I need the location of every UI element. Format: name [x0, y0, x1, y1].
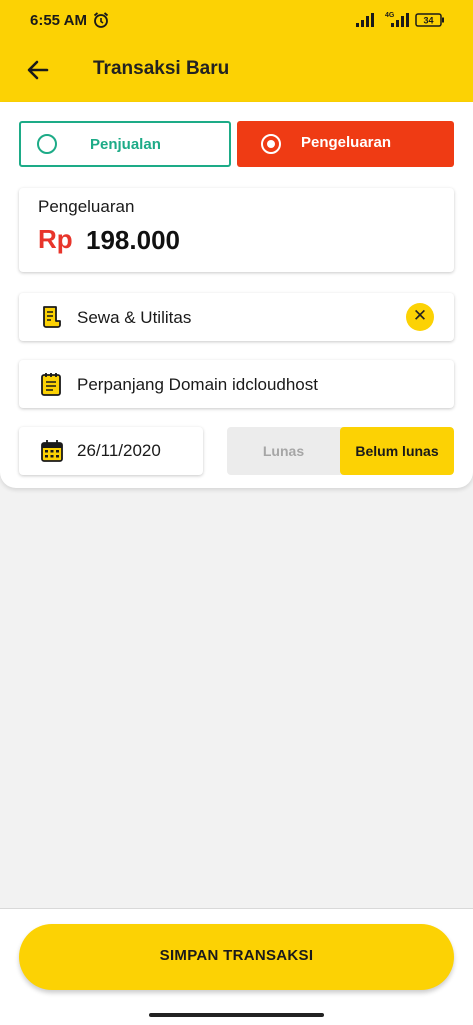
header: 6:55 AM 4G 34 Transaksi Baru — [0, 0, 473, 102]
battery-level: 34 — [423, 16, 433, 26]
status-option-lunas[interactable]: Lunas — [227, 427, 340, 475]
note-field[interactable]: Perpanjang Domain idcloudhost — [19, 360, 454, 408]
payment-status-toggle: Lunas Belum lunas — [227, 427, 454, 475]
app-bar: Transaksi Baru — [0, 40, 473, 102]
clear-category-button[interactable]: ✕ — [406, 303, 434, 331]
type-option-label: Penjualan — [90, 136, 161, 153]
type-option-pengeluaran[interactable]: Pengeluaran — [237, 121, 454, 167]
signal-4g-icon: 4G — [385, 12, 409, 27]
type-option-label: Pengeluaran — [301, 134, 392, 151]
amount-value[interactable]: 198.000 — [86, 225, 180, 256]
category-field[interactable]: Sewa & Utilitas ✕ — [19, 293, 454, 341]
status-option-belum-lunas[interactable]: Belum lunas — [340, 427, 454, 475]
radio-unchecked-icon[interactable] — [37, 134, 57, 154]
date-value: 26/11/2020 — [77, 441, 161, 460]
type-option-penjualan[interactable]: Penjualan — [19, 121, 231, 167]
notepad-icon — [41, 373, 61, 396]
gesture-handle — [149, 1013, 324, 1017]
date-field[interactable]: 26/11/2020 — [19, 427, 203, 475]
status-bar: 6:55 AM 4G 34 — [0, 0, 473, 40]
page-title: Transaksi Baru — [93, 58, 230, 79]
battery-icon: 34 — [415, 13, 444, 27]
save-button-label: SIMPAN TRANSAKSI — [159, 947, 314, 964]
alarm-icon — [93, 12, 109, 28]
category-value: Sewa & Utilitas — [77, 308, 192, 327]
radio-checked-icon[interactable] — [261, 134, 281, 154]
amount-label: Pengeluaran — [38, 197, 135, 216]
signal-icon — [356, 13, 374, 27]
currency-label: Rp — [38, 224, 73, 254]
amount-field[interactable]: Pengeluaran Rp 198.000 — [19, 188, 454, 272]
receipt-icon — [43, 306, 61, 328]
close-icon: ✕ — [412, 306, 428, 325]
arrow-left-icon[interactable] — [25, 57, 51, 83]
footer-bar: SIMPAN TRANSAKSI — [0, 908, 473, 1025]
status-time: 6:55 AM — [30, 12, 87, 29]
network-label: 4G — [385, 12, 395, 19]
calendar-icon — [41, 440, 63, 462]
note-value[interactable]: Perpanjang Domain idcloudhost — [77, 375, 318, 395]
save-transaction-button[interactable]: SIMPAN TRANSAKSI — [19, 924, 454, 990]
